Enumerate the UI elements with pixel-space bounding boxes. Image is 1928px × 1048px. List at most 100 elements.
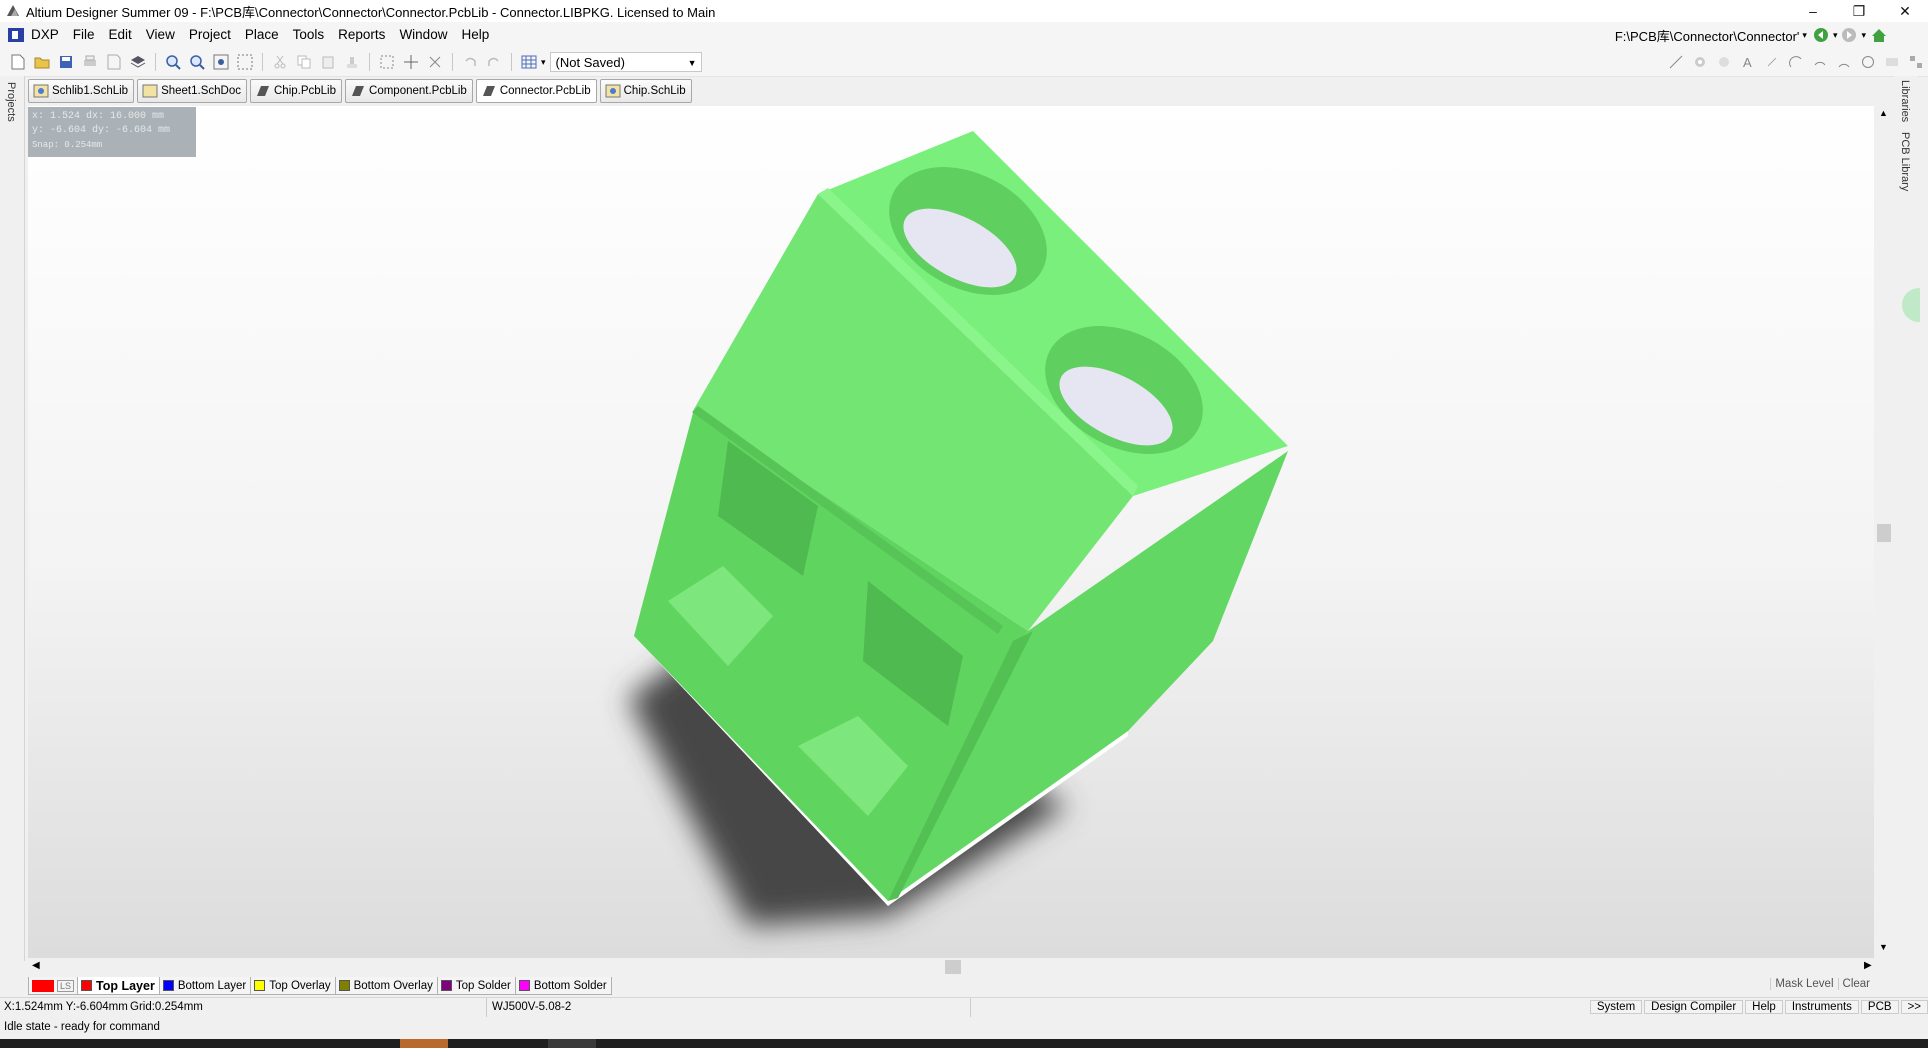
redo-icon[interactable]	[483, 51, 505, 73]
forward-icon[interactable]	[1841, 27, 1857, 43]
coordinate-tool-icon[interactable]	[1761, 51, 1783, 73]
scroll-up-icon[interactable]: ▲	[1879, 108, 1888, 118]
vertical-scrollbar[interactable]: ▲ ▼	[1874, 106, 1894, 958]
layer-tab-label: Top Solder	[455, 979, 511, 992]
layer-tab-label: Bottom Overlay	[353, 979, 433, 992]
horizontal-scroll-thumb[interactable]	[945, 960, 961, 974]
layer-color-swatch	[518, 980, 530, 991]
layer-tab-bottom-layer[interactable]: Bottom Layer	[158, 977, 252, 995]
libraries-panel-tab[interactable]: Libraries	[1899, 80, 1911, 122]
rubber-stamp-icon[interactable]	[341, 51, 363, 73]
menu-tools[interactable]: Tools	[286, 22, 332, 48]
panel-design-compiler-button[interactable]: Design Compiler	[1644, 1000, 1744, 1014]
configuration-dropdown[interactable]: (Not Saved) ▼	[549, 52, 702, 72]
tab-component-pcblib[interactable]: Component.PcbLib	[345, 79, 473, 103]
paste-icon[interactable]	[317, 51, 339, 73]
layer-tab-top-overlay[interactable]: Top Overlay	[250, 977, 336, 995]
tab-sheet1-schdoc[interactable]: Sheet1.SchDoc	[137, 79, 247, 103]
undo-icon[interactable]	[459, 51, 481, 73]
array-paste-icon[interactable]	[1905, 51, 1927, 73]
tab-chip-schlib[interactable]: Chip.SchLib	[599, 79, 692, 103]
projects-panel-tab[interactable]: Projects	[5, 82, 17, 122]
pcb-library-panel-tab[interactable]: PCB Library	[1899, 132, 1911, 191]
copy-icon[interactable]	[293, 51, 315, 73]
chevron-down-icon[interactable]: ▾	[541, 57, 546, 68]
scroll-right-icon[interactable]: ▶	[1864, 960, 1872, 971]
layer-tab-top-solder[interactable]: Top Solder	[436, 977, 516, 995]
menu-project[interactable]: Project	[182, 22, 238, 48]
vertical-scroll-thumb[interactable]	[1877, 524, 1891, 542]
arc-any-icon[interactable]	[1833, 51, 1855, 73]
arc-center-icon[interactable]	[1785, 51, 1807, 73]
home-icon[interactable]	[1870, 27, 1888, 43]
chevron-down-icon[interactable]: ▾	[1802, 30, 1807, 41]
tab-connector-pcblib[interactable]: Connector.PcbLib	[475, 79, 597, 103]
new-document-icon[interactable]	[7, 51, 29, 73]
zoom-area-icon[interactable]	[186, 51, 208, 73]
panel-instruments-button[interactable]: Instruments	[1784, 1000, 1859, 1014]
chevron-down-icon[interactable]: ▾	[1861, 30, 1866, 41]
panel-system-button[interactable]: System	[1589, 1000, 1643, 1014]
navigation-path[interactable]: F:\PCB库\Connector\Connector' ▾ ▾ ▾	[1615, 24, 1888, 46]
panel-help-button[interactable]: Help	[1745, 1000, 1783, 1014]
string-tool-icon[interactable]: A	[1737, 51, 1759, 73]
chevron-down-icon[interactable]: ▾	[1833, 30, 1838, 41]
document-tabs: Schlib1.SchLib Sheet1.SchDoc Chip.PcbLib…	[28, 79, 692, 103]
taskbar-app-indicator[interactable]	[548, 1039, 596, 1048]
doc-tab-label: Chip.SchLib	[623, 85, 686, 97]
grid-icon[interactable]	[518, 51, 540, 73]
zoom-filtered-icon[interactable]	[234, 51, 256, 73]
mask-level-button[interactable]: Mask Level	[1770, 978, 1837, 990]
clear-button[interactable]: Clear	[1837, 978, 1874, 990]
menu-edit[interactable]: Edit	[102, 22, 139, 48]
print-icon[interactable]	[79, 51, 101, 73]
select-area-icon[interactable]	[376, 51, 398, 73]
menu-help[interactable]: Help	[454, 22, 496, 48]
tab-chip-pcblib[interactable]: Chip.PcbLib	[250, 79, 343, 103]
zoom-fit-icon[interactable]	[162, 51, 184, 73]
zoom-selected-icon[interactable]	[210, 51, 232, 73]
tab-schlib1-schlib[interactable]: Schlib1.SchLib	[28, 79, 135, 103]
current-layer-swatch	[32, 979, 54, 992]
dxp-icon	[8, 28, 24, 42]
close-button[interactable]: ✕	[1882, 0, 1928, 22]
layer-tab-bottom-overlay[interactable]: Bottom Overlay	[334, 977, 438, 995]
menu-view[interactable]: View	[139, 22, 182, 48]
layer-stack-icon[interactable]	[127, 51, 149, 73]
scroll-down-icon[interactable]: ▼	[1879, 942, 1888, 952]
line-tool-icon[interactable]	[1665, 51, 1687, 73]
restore-button[interactable]: ❐	[1836, 0, 1882, 22]
menu-reports[interactable]: Reports	[331, 22, 392, 48]
cut-icon[interactable]	[269, 51, 291, 73]
fill-tool-icon[interactable]	[1881, 51, 1903, 73]
menu-place[interactable]: Place	[238, 22, 286, 48]
layer-tab-bottom-solder[interactable]: Bottom Solder	[514, 977, 612, 995]
pcblib-icon	[352, 86, 365, 96]
idle-state-text: Idle state - ready for command	[4, 1021, 160, 1033]
open-folder-icon[interactable]	[31, 51, 53, 73]
arc-edge-icon[interactable]	[1809, 51, 1831, 73]
circle-tool-icon[interactable]	[1857, 51, 1879, 73]
minimize-button[interactable]: –	[1790, 0, 1836, 22]
save-icon[interactable]	[55, 51, 77, 73]
current-layer-indicator[interactable]: LS	[28, 977, 79, 995]
more-panels-button[interactable]: >>	[1900, 1000, 1928, 1014]
menu-file[interactable]: File	[66, 22, 102, 48]
deselect-icon[interactable]	[424, 51, 446, 73]
3d-viewport[interactable]	[28, 106, 1874, 958]
menu-dxp[interactable]: DXP	[24, 22, 66, 48]
print-preview-icon[interactable]	[103, 51, 125, 73]
panel-pcb-button[interactable]: PCB	[1860, 1000, 1899, 1014]
horizontal-scrollbar[interactable]: ◀ ▶	[28, 958, 1894, 976]
layer-tab-top-layer[interactable]: Top Layer	[77, 977, 160, 995]
floating-panel-handle[interactable]	[1902, 288, 1920, 322]
pad-tool-icon[interactable]	[1689, 51, 1711, 73]
back-icon[interactable]	[1813, 27, 1829, 43]
move-icon[interactable]	[400, 51, 422, 73]
menu-window[interactable]: Window	[392, 22, 454, 48]
right-panel-strip: Libraries PCB Library	[1894, 76, 1920, 961]
taskbar-app-indicator[interactable]	[400, 1039, 448, 1048]
via-tool-icon[interactable]	[1713, 51, 1735, 73]
dxp-menu[interactable]: DXP	[0, 22, 66, 48]
scroll-left-icon[interactable]: ◀	[32, 960, 40, 971]
